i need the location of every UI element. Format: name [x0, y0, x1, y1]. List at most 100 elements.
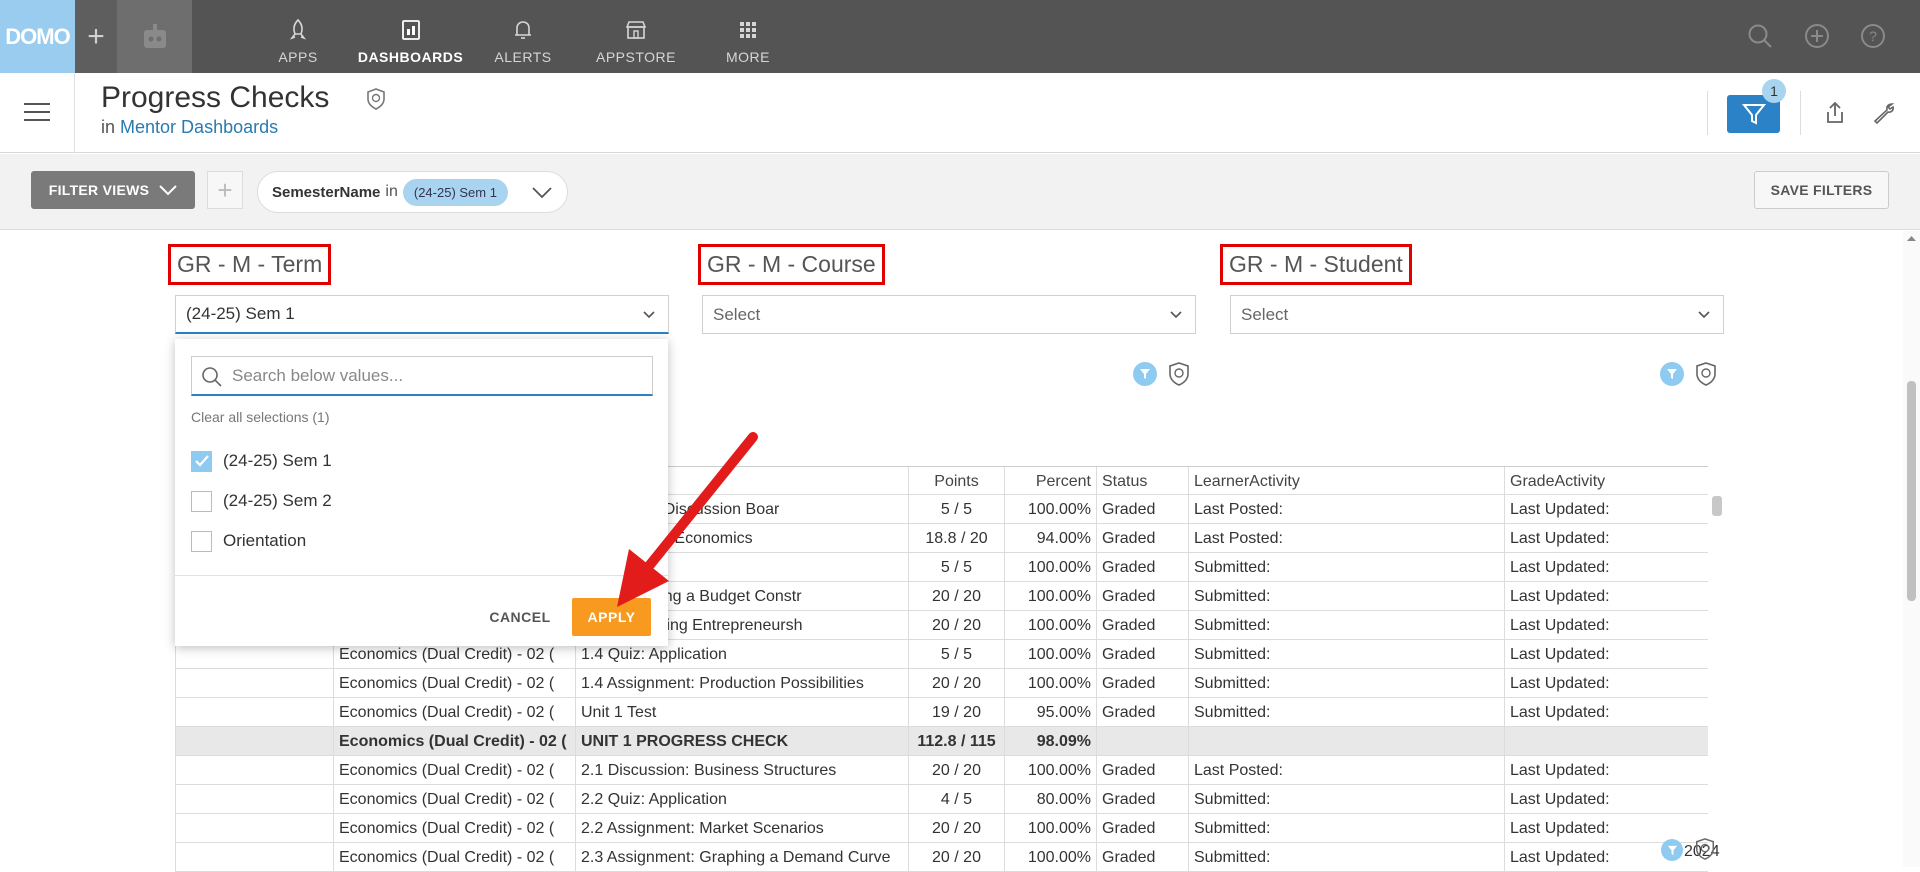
- table-cell: 100.00%: [1004, 611, 1096, 640]
- dashboard-content: GR - M - Term GR - M - Course GR - M - S…: [0, 231, 1920, 872]
- table-cell: 100.00%: [1004, 814, 1096, 843]
- menu-icon[interactable]: [24, 103, 50, 123]
- save-filters-button[interactable]: SAVE FILTERS: [1754, 171, 1889, 209]
- option-label: (24-25) Sem 1: [223, 451, 332, 470]
- table-cell: Economics (Dual Credit) - 02 (: [333, 727, 575, 756]
- add-circle-icon[interactable]: [1803, 22, 1831, 50]
- nav-appstore[interactable]: APPSTORE: [595, 10, 677, 65]
- nav-more[interactable]: MORE: [724, 10, 772, 65]
- table-cell: [175, 814, 333, 843]
- card-title-term: GR - M - Term: [168, 244, 332, 285]
- table-cell: 100.00%: [1004, 553, 1096, 582]
- annotation-arrow: [617, 432, 758, 607]
- table-cell: [175, 727, 333, 756]
- table-cell: Graded: [1096, 814, 1188, 843]
- course-select[interactable]: Select: [702, 295, 1196, 334]
- table-cell: 5 / 5: [908, 640, 1004, 669]
- dropdown-option[interactable]: (24-25) Sem 1: [191, 448, 332, 474]
- term-select-value: (24-25) Sem 1: [186, 304, 295, 323]
- create-button[interactable]: +: [75, 0, 117, 73]
- column-header[interactable]: LearnerActivity: [1188, 467, 1504, 496]
- grid-icon: [737, 19, 759, 41]
- table-cell: Submitted:: [1188, 611, 1504, 640]
- table-cell: 100.00%: [1004, 495, 1096, 524]
- table-cell: 20 / 20: [908, 843, 1004, 872]
- table-cell: Economics (Dual Credit) - 02 (: [333, 814, 575, 843]
- scroll-up-icon[interactable]: [1903, 232, 1920, 244]
- checkbox[interactable]: [191, 490, 212, 512]
- filter-views-label: FILTER VIEWS: [48, 182, 150, 198]
- table-cell: 2.2 Quiz: Application: [575, 785, 908, 814]
- filter-pill[interactable]: SemesterName in (24-25) Sem 1: [257, 171, 568, 213]
- table-row: Economics (Dual Credit) - 02 (2.3 Assign…: [175, 843, 1708, 872]
- card-certified-icon[interactable]: [1694, 361, 1718, 392]
- filter-value-chip[interactable]: (24-25) Sem 1: [402, 178, 508, 206]
- filter-views-button[interactable]: FILTER VIEWS: [31, 171, 195, 209]
- table-cell: 1.4 Assignment: Production Possibilities: [575, 669, 908, 698]
- table-cell: 20 / 20: [908, 611, 1004, 640]
- dropdown-search-input[interactable]: Search below values...: [191, 356, 653, 396]
- column-header[interactable]: GradeActivity: [1504, 467, 1708, 496]
- filter-field: SemesterName: [272, 183, 381, 201]
- table-cell: 4 / 5: [908, 785, 1004, 814]
- table-cell: Submitted:: [1188, 698, 1504, 727]
- table-cell: Graded: [1096, 785, 1188, 814]
- table-cell: Last Updated:: [1504, 611, 1708, 640]
- certified-shield-icon[interactable]: [365, 87, 387, 116]
- card-certified-icon[interactable]: [1167, 361, 1191, 392]
- card-filter-icon[interactable]: [1660, 362, 1684, 386]
- dropdown-option[interactable]: (24-25) Sem 2: [191, 488, 332, 514]
- table-cell: 2.3 Assignment: Graphing a Demand Curve: [575, 843, 908, 872]
- wrench-icon[interactable]: [1872, 101, 1896, 130]
- checkbox-checked[interactable]: [191, 450, 212, 472]
- table-cell: Economics (Dual Credit) - 02 (: [333, 698, 575, 727]
- student-select[interactable]: Select: [1230, 295, 1724, 334]
- term-select[interactable]: (24-25) Sem 1: [175, 295, 669, 334]
- table-cell: Graded: [1096, 611, 1188, 640]
- table-cell: Economics (Dual Credit) - 02 (: [333, 843, 575, 872]
- table-cell: 20 / 20: [908, 756, 1004, 785]
- page-scroll-thumb[interactable]: [1907, 381, 1916, 601]
- card-filter-icon[interactable]: [1133, 362, 1157, 386]
- nav-dashboards[interactable]: DASHBOARDS: [358, 10, 463, 65]
- nav-apps-label: APPS: [278, 49, 318, 65]
- table-summary-row: Economics (Dual Credit) - 02 (UNIT 1 PRO…: [175, 727, 1708, 756]
- page-title: Progress Checks: [101, 81, 330, 114]
- table-cell: Submitted:: [1188, 669, 1504, 698]
- cancel-button[interactable]: CANCEL: [480, 599, 560, 635]
- column-header[interactable]: Points: [908, 467, 1004, 496]
- table-cell: 100.00%: [1004, 669, 1096, 698]
- column-header[interactable]: Status: [1096, 467, 1188, 496]
- filter-operator: in: [385, 183, 398, 200]
- card-filter-icon[interactable]: [1661, 839, 1683, 861]
- parent-dashboard-link[interactable]: Mentor Dashboards: [120, 117, 278, 137]
- domo-logo[interactable]: DOMO: [0, 0, 75, 73]
- table-scrollbar[interactable]: [1712, 496, 1722, 516]
- table-cell: Economics (Dual Credit) - 02 (: [333, 785, 575, 814]
- table-cell: 20 / 20: [908, 814, 1004, 843]
- chevron-down-icon[interactable]: [531, 182, 553, 202]
- ai-assistant-button[interactable]: [117, 0, 192, 73]
- page-header: Progress Checks in Mentor Dashboards 1: [0, 73, 1920, 153]
- course-select-value: Select: [713, 304, 761, 324]
- table-cell: Graded: [1096, 843, 1188, 872]
- add-filter-button[interactable]: +: [207, 171, 243, 209]
- share-icon[interactable]: [1824, 101, 1846, 130]
- table-cell: Economics (Dual Credit) - 02 (: [333, 669, 575, 698]
- table-row: Economics (Dual Credit) - 02 (2.2 Assign…: [175, 814, 1708, 843]
- rocket-icon: [287, 19, 309, 41]
- nav-alerts[interactable]: ALERTS: [494, 10, 552, 65]
- nav-apps[interactable]: APPS: [278, 10, 318, 65]
- table-cell: Last Updated:: [1504, 785, 1708, 814]
- store-icon: [625, 19, 647, 41]
- checkbox[interactable]: [191, 530, 212, 552]
- page-scrollbar[interactable]: [1903, 231, 1920, 867]
- table-cell: 100.00%: [1004, 843, 1096, 872]
- search-icon[interactable]: [1746, 22, 1774, 50]
- help-icon[interactable]: ?: [1859, 22, 1887, 50]
- clear-selections-link[interactable]: Clear all selections (1): [191, 409, 330, 425]
- dropdown-option[interactable]: Orientation: [191, 528, 306, 554]
- card-certified-icon[interactable]: [1694, 837, 1716, 866]
- table-cell: 5 / 5: [908, 495, 1004, 524]
- column-header[interactable]: Percent: [1004, 467, 1096, 496]
